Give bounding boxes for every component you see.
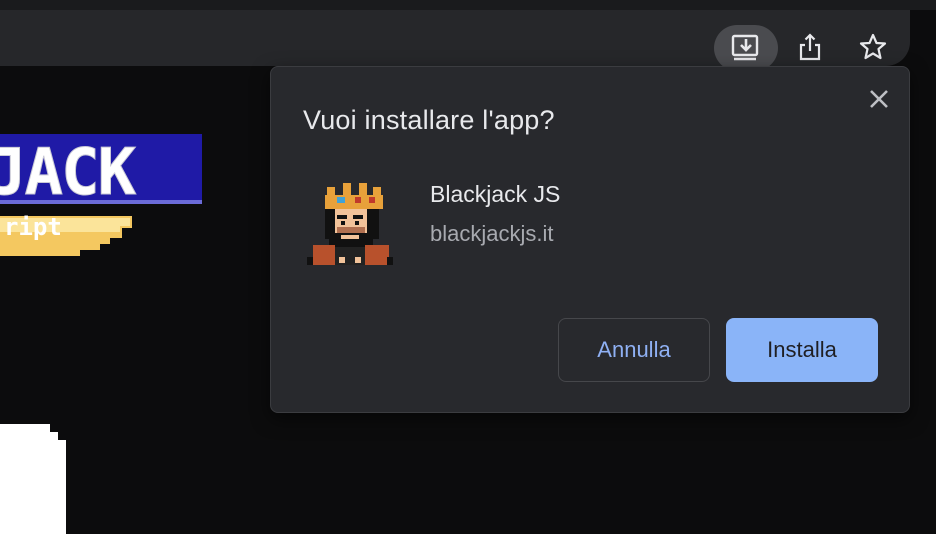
logo-text: JACK: [0, 136, 137, 210]
app-name: Blackjack JS: [430, 181, 561, 207]
game-logo: JACK ript: [0, 134, 202, 256]
install-app-button[interactable]: [714, 25, 778, 71]
browser-toolbar: [0, 10, 910, 71]
cancel-button[interactable]: Annulla: [558, 318, 710, 382]
close-icon: [870, 90, 888, 108]
share-button[interactable]: [779, 25, 841, 69]
install-app-icon: [731, 34, 759, 61]
close-button[interactable]: [865, 85, 893, 113]
logo-subtext: ript: [4, 213, 62, 241]
bookmark-button[interactable]: [842, 25, 904, 69]
app-icon: [307, 183, 393, 265]
install-button[interactable]: Installa: [726, 318, 878, 382]
tab-strip: [0, 0, 936, 10]
dialog-title: Vuoi installare l'app?: [303, 105, 555, 135]
app-url: blackjackjs.it: [430, 221, 554, 246]
bookmark-star-icon: [859, 33, 887, 60]
install-app-dialog: Vuoi installare l'app? Blackjack JS blac…: [270, 66, 910, 413]
share-icon: [799, 33, 821, 61]
playing-card: [0, 424, 66, 534]
